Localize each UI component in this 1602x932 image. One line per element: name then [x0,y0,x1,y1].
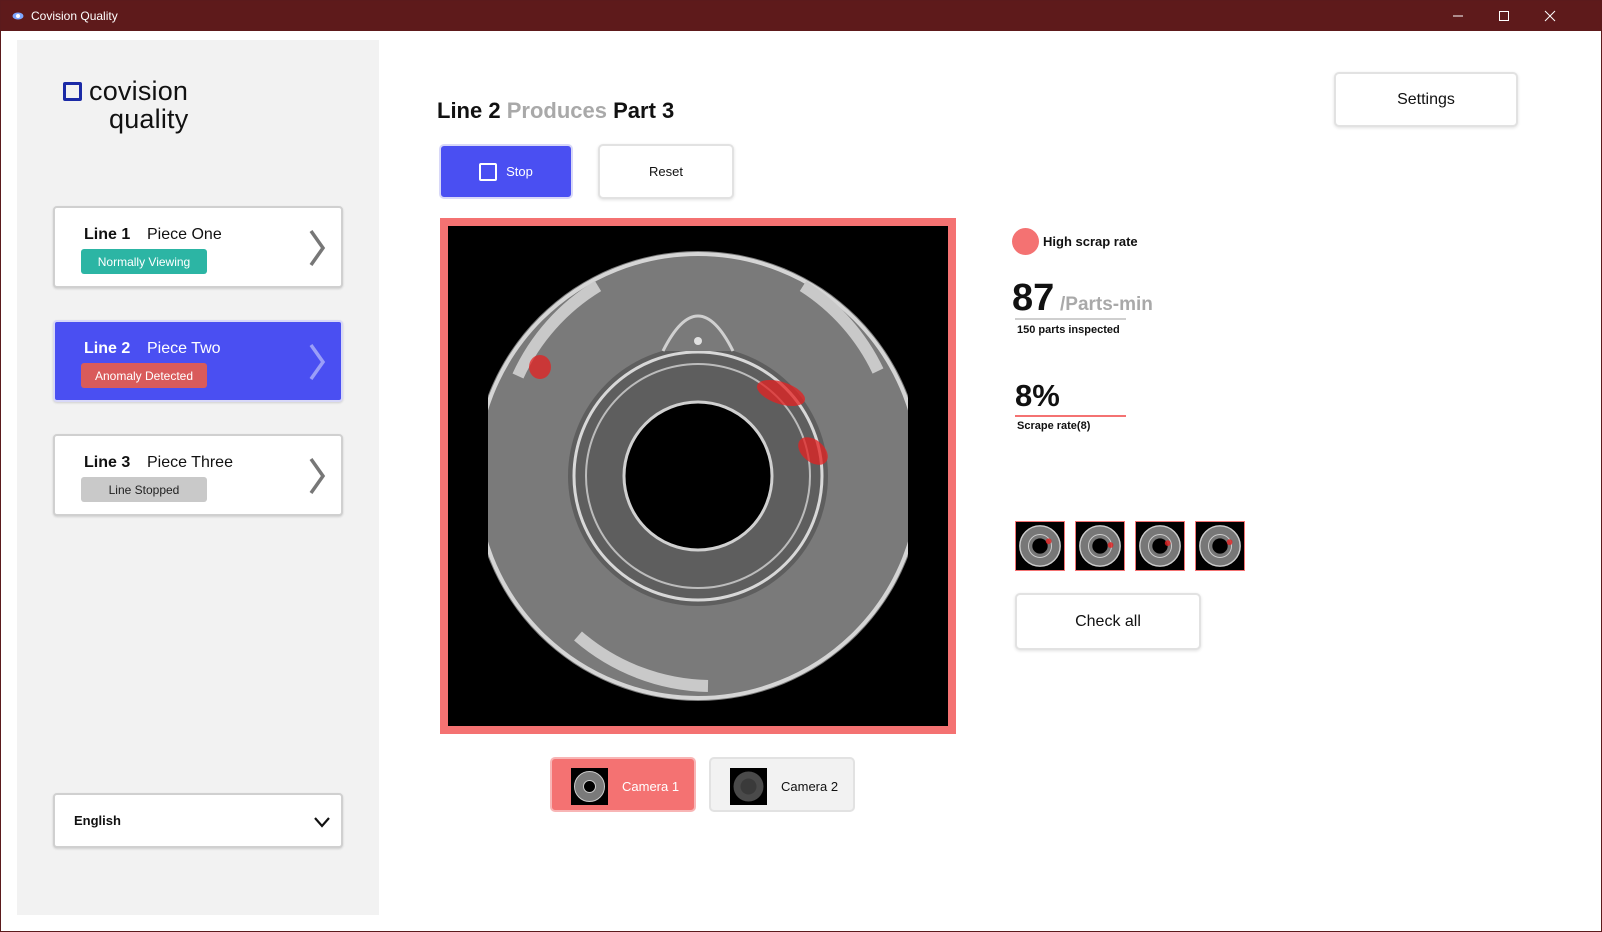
defect-thumbnail[interactable] [1135,521,1185,571]
title-bar: Covision Quality [1,1,1601,31]
scrap-caption: Scrape rate(8) [1017,420,1091,432]
camera-1-thumbnail [571,768,608,805]
throughput-unit: /Parts-min [1060,294,1153,315]
defect-thumbnail[interactable] [1015,521,1065,571]
camera-2-thumbnail [730,768,767,805]
window-title: Covision Quality [31,9,118,23]
logo-square-icon [63,82,82,101]
piece-name: Piece One [147,226,222,243]
line-card-1[interactable]: Line 1 Piece One Normally Viewing [53,206,343,288]
camera-1-button[interactable]: Camera 1 [550,757,696,812]
scrap-divider [1015,415,1126,417]
line-name: Line 2 [84,340,131,357]
line-name: Line 3 [84,454,131,471]
logo-word-quality: quality [109,104,189,134]
piece-name: Piece Three [147,454,233,471]
part-image [448,226,948,726]
title-verb: Produces [506,98,607,123]
close-button[interactable] [1527,1,1573,31]
line-card-2[interactable]: Line 2 Piece Two Anomaly Detected [53,320,343,402]
app-icon [12,12,24,20]
reset-button[interactable]: Reset [598,144,734,199]
camera-1-label: Camera 1 [622,779,680,794]
app-window: Covision Quality covision quality Line 1… [0,0,1602,932]
stop-icon [479,162,498,181]
defect-thumbnail[interactable] [1195,521,1245,571]
chevron-down-icon [314,817,330,828]
status-badge: Normally Viewing [81,249,207,274]
language-select[interactable]: English [53,793,343,848]
language-value: English [74,813,121,828]
inspection-image [448,226,948,726]
defect-thumbnail[interactable] [1075,521,1125,571]
chevron-right-icon [309,457,326,495]
piece-name: Piece Two [147,340,221,357]
settings-button[interactable]: Settings [1334,72,1518,127]
scrap-value: 8% [1015,378,1060,413]
chevron-right-icon [309,343,326,381]
line-name: Line 1 [84,226,131,243]
title-part: Part 3 [613,98,675,123]
logo-word-covision: covision [89,76,189,106]
camera-2-label: Camera 2 [781,779,839,794]
check-all-button[interactable]: Check all [1015,593,1201,650]
throughput-divider [1015,318,1126,320]
camera-2-button[interactable]: Camera 2 [709,757,855,812]
status-badge: Line Stopped [81,477,207,502]
minimize-icon [1453,15,1463,17]
throughput-value: 87 [1012,277,1055,319]
minimize-button[interactable] [1435,1,1481,31]
chevron-right-icon [309,229,326,267]
maximize-icon [1499,11,1509,21]
throughput-caption: 150 parts inspected [1017,324,1120,336]
maximize-button[interactable] [1481,1,1527,31]
status-badge: Anomaly Detected [81,363,207,388]
alert-label: High scrap rate [1043,234,1138,249]
sidebar: covision quality Line 1 Piece One Normal… [17,40,379,915]
stop-button[interactable]: Stop [439,144,573,199]
camera-viewer [440,218,956,734]
defect-thumbnails [1015,521,1245,571]
logo: covision quality [63,76,223,146]
title-line: Line 2 [437,98,501,123]
alert-dot-icon [1012,228,1039,255]
stop-label: Stop [506,164,533,179]
close-icon [1544,10,1556,22]
line-card-3[interactable]: Line 3 Piece Three Line Stopped [53,434,343,516]
page-title: Line 2 Produces Part 3 [437,98,674,124]
